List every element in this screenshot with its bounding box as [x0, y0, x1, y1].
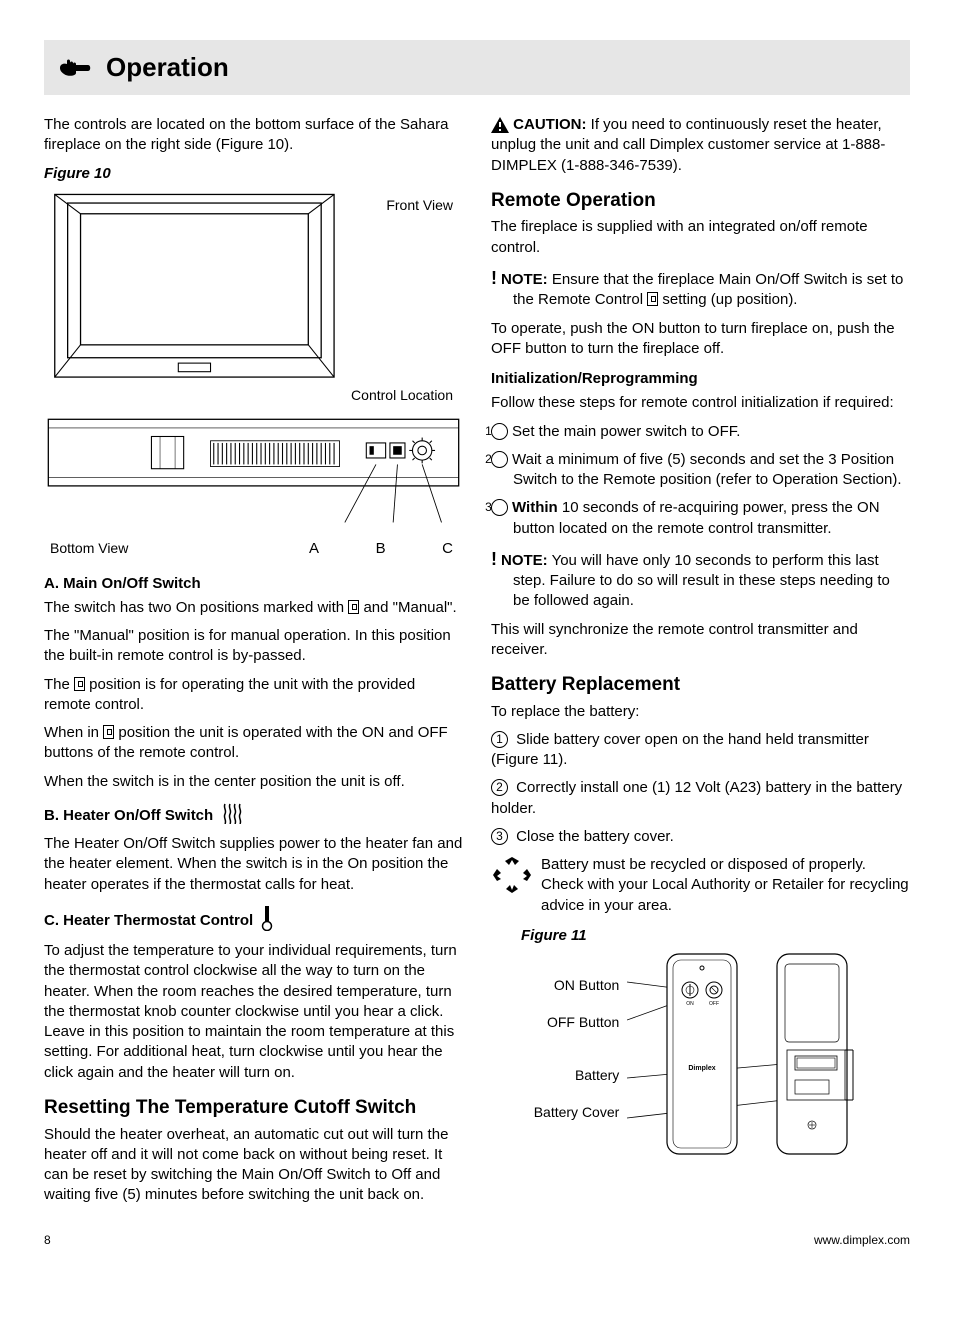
warning-icon: [491, 116, 513, 133]
bstep1: 1 Slide battery cover open on the hand h…: [491, 730, 910, 771]
figure10-marker-a: A: [309, 539, 319, 559]
battery-heading: Battery Replacement: [491, 672, 910, 698]
thermostat-icon: [261, 905, 273, 937]
left-column: The controls are located on the bottom s…: [44, 115, 463, 1213]
note2: !NOTE: You will have only 10 seconds to …: [491, 547, 910, 612]
a-p1: The switch has two On positions marked w…: [44, 598, 463, 618]
init-p2: This will synchronize the remote control…: [491, 620, 910, 661]
b-p1: The Heater On/Off Switch supplies power …: [44, 834, 463, 895]
remote-icon: [348, 600, 359, 614]
figure10-bottom-svg: [44, 415, 463, 533]
figure11: ON Button OFF Button Battery Battery Cov…: [491, 950, 910, 1160]
remote-icon: [74, 677, 85, 691]
a-heading: A. Main On/Off Switch: [44, 574, 463, 594]
recycle-note: Battery must be recycled or disposed of …: [491, 855, 910, 916]
figure10-front-label: Front View: [386, 196, 453, 215]
right-column: CAUTION: If you need to continuously res…: [491, 115, 910, 1213]
step2: 2Wait a minimum of five (5) seconds and …: [491, 450, 910, 491]
figure10-title: Figure 10: [44, 164, 463, 184]
a-p5: When the switch is in the center positio…: [44, 772, 463, 792]
remote-icon: [647, 292, 658, 306]
fig11-batt-label: Battery: [534, 1066, 620, 1085]
c-p1: To adjust the temperature to your indivi…: [44, 941, 463, 1083]
figure11-svg: ON OFF Dimplex: [627, 950, 867, 1160]
a-p3: The position is for operating the unit w…: [44, 675, 463, 716]
figure10: Front View Control Location: [44, 188, 463, 560]
c-heading: C. Heater Thermostat Control: [44, 905, 463, 937]
section-header: Operation: [44, 40, 910, 95]
heat-waves-icon: [221, 802, 243, 830]
remote-icon: [103, 725, 114, 739]
fig11-on-label: ON Button: [534, 976, 620, 995]
exclamation-icon: !: [491, 268, 497, 288]
exclamation-icon: !: [491, 549, 497, 569]
figure10-marker-b: B: [376, 539, 386, 559]
step3: 3Within 10 seconds of re-acquiring power…: [491, 498, 910, 539]
caution-block: CAUTION: If you need to continuously res…: [491, 115, 910, 176]
figure10-bottom-label: Bottom View: [50, 539, 128, 559]
remote-heading: Remote Operation: [491, 188, 910, 214]
intro-text: The controls are located on the bottom s…: [44, 115, 463, 156]
remote-p1: The fireplace is supplied with an integr…: [491, 217, 910, 258]
section-title: Operation: [106, 50, 229, 85]
fig11-off-label: OFF Button: [534, 1013, 620, 1032]
b-heading: B. Heater On/Off Switch: [44, 802, 463, 830]
bstep2: 2 Correctly install one (1) 12 Volt (A23…: [491, 778, 910, 819]
init-heading: Initialization/Reprogramming: [491, 369, 910, 389]
remote-p2: To operate, push the ON button to turn f…: [491, 319, 910, 360]
a-p4: When in position the unit is operated wi…: [44, 723, 463, 764]
a-p2: The "Manual" position is for manual oper…: [44, 626, 463, 667]
svg-text:ON: ON: [687, 1001, 695, 1007]
reset-heading: Resetting The Temperature Cutoff Switch: [44, 1095, 463, 1121]
recycle-icon: [491, 855, 533, 916]
page-footer: 8 www.dimplex.com: [44, 1232, 910, 1248]
figure10-control-label: Control Location: [351, 386, 453, 405]
fig11-cover-label: Battery Cover: [534, 1103, 620, 1122]
pointing-hand-icon: [58, 56, 94, 80]
svg-text:Dimplex: Dimplex: [689, 1065, 716, 1072]
reset-p1: Should the heater overheat, an automatic…: [44, 1125, 463, 1206]
figure11-title: Figure 11: [521, 926, 910, 946]
step1: 1Set the main power switch to OFF.: [491, 422, 910, 442]
note1: !NOTE: Ensure that the fireplace Main On…: [491, 266, 910, 311]
page-number: 8: [44, 1232, 51, 1248]
figure10-front-svg: [44, 188, 463, 403]
batt-p1: To replace the battery:: [491, 702, 910, 722]
site-url: www.dimplex.com: [814, 1232, 910, 1248]
svg-text:OFF: OFF: [709, 1001, 719, 1007]
init-p1: Follow these steps for remote control in…: [491, 393, 910, 413]
figure10-marker-c: C: [442, 539, 453, 559]
bstep3: 3 Close the battery cover.: [491, 827, 910, 847]
